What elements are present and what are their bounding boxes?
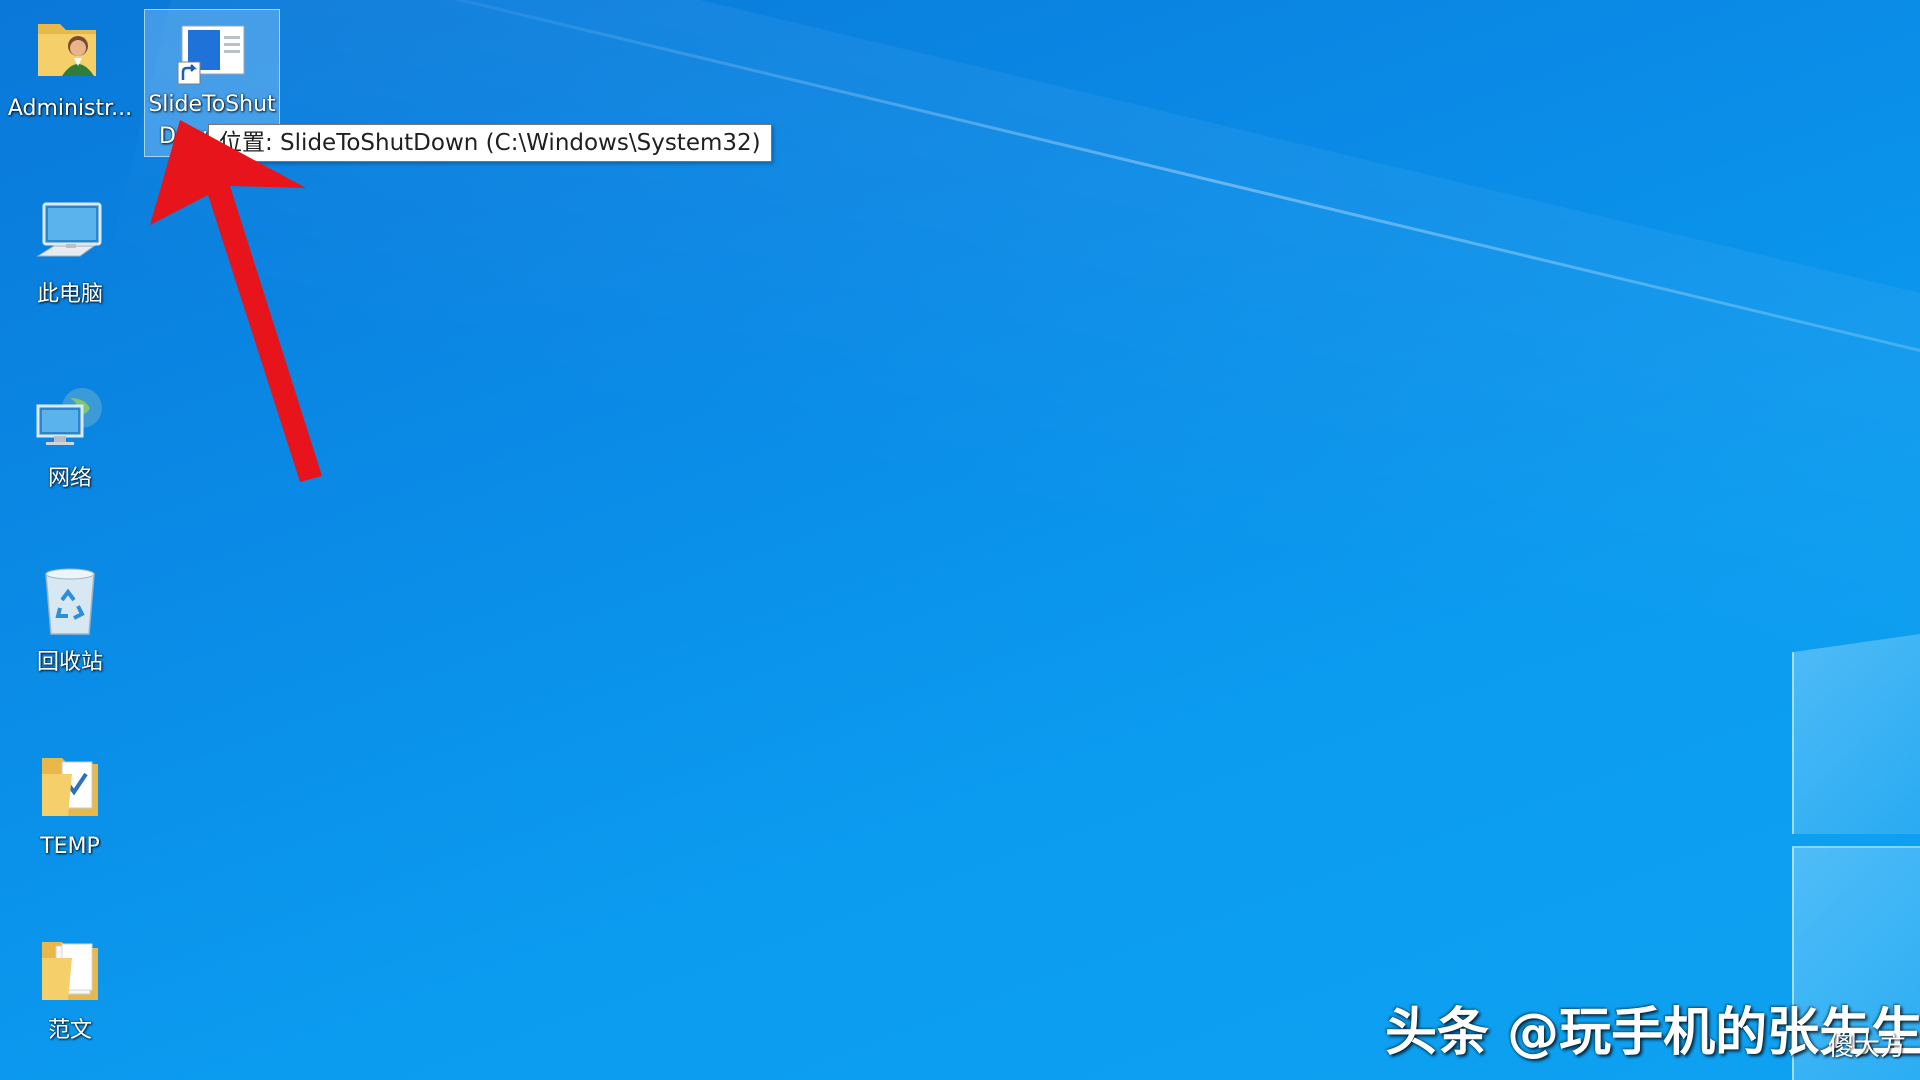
desktop-icon-this-pc[interactable]: 此电脑 [2,196,138,310]
red-arrow-annotation [150,120,380,500]
user-folder-icon [32,10,108,86]
desktop-icon-fanwen[interactable]: 范文 [2,932,138,1046]
folder-icon [32,932,108,1008]
icon-label: Administr... [2,94,138,124]
windows-logo-pane-top [1792,632,1920,834]
icon-label: 网络 [2,464,138,494]
desktop-icon-temp[interactable]: TEMP [2,748,138,862]
desktop[interactable]: Administr... SlideToShut Dow [0,0,1920,1080]
temp-folder-icon [32,748,108,824]
icon-label: 回收站 [2,648,138,678]
icon-label: 范文 [2,1016,138,1046]
desktop-icon-administrator[interactable]: Administr... [2,10,138,124]
desktop-icon-recycle-bin[interactable]: 回收站 [2,564,138,678]
computer-icon [32,196,108,272]
icon-label: TEMP [2,832,138,862]
corner-watermark: 傻大方 [1828,1026,1906,1063]
slide-to-shutdown-shortcut-icon [174,10,250,86]
light-beam [299,0,1920,406]
recycle-bin-icon [32,564,108,640]
desktop-icon-network[interactable]: 网络 [2,380,138,494]
icon-label: SlideToShut [145,90,279,120]
icon-label: 此电脑 [2,280,138,310]
network-icon [32,380,108,456]
